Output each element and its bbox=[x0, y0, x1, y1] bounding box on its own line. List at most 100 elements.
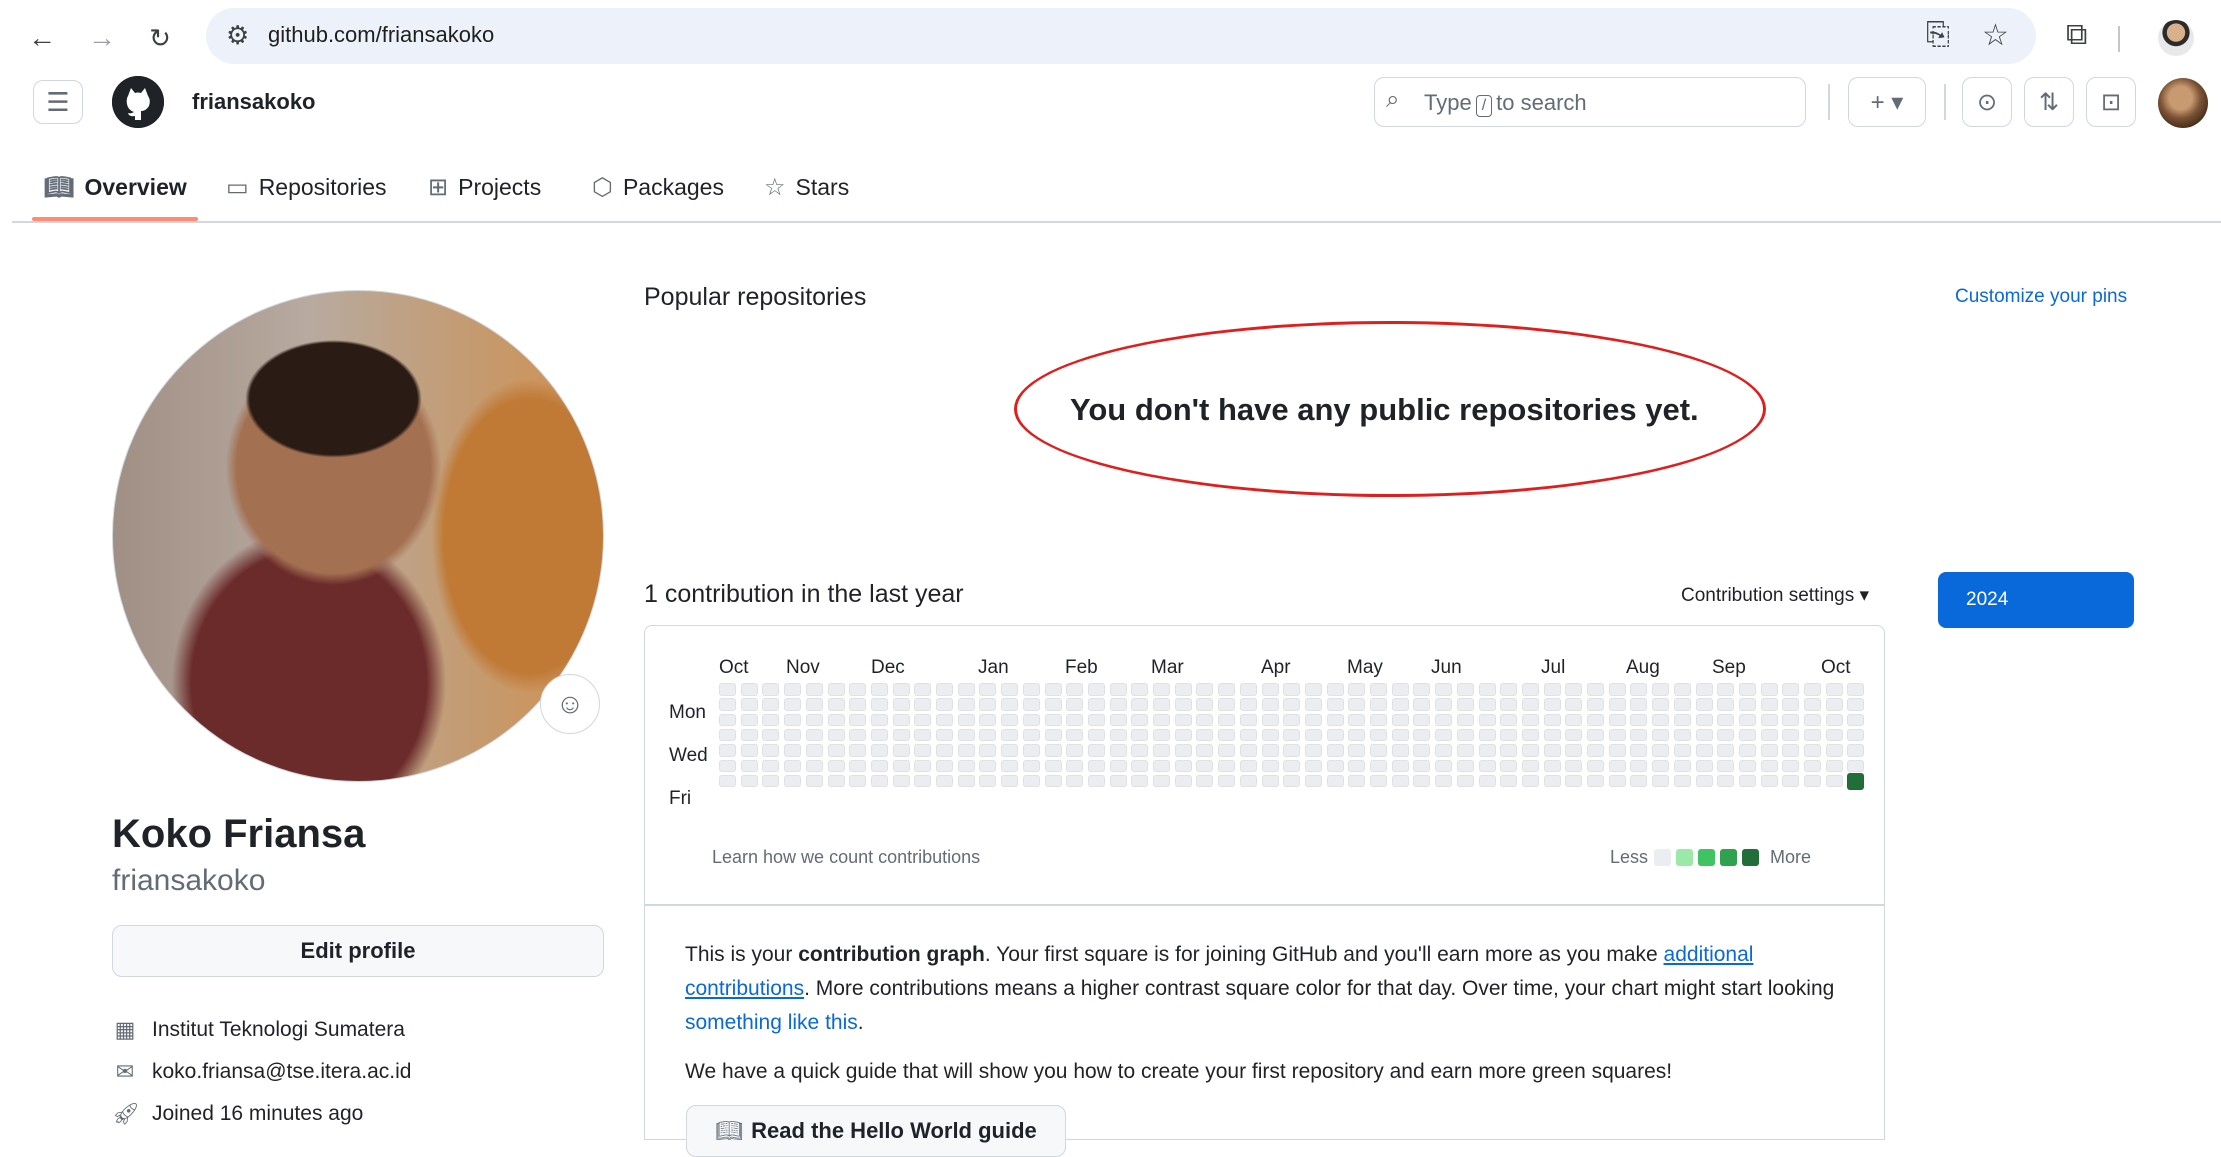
contribution-day-cell[interactable] bbox=[1782, 698, 1800, 711]
contribution-day-cell[interactable] bbox=[784, 713, 802, 727]
contribution-day-cell[interactable] bbox=[1782, 759, 1800, 772]
contribution-day-cell[interactable] bbox=[1804, 728, 1821, 742]
contribution-day-cell[interactable] bbox=[1587, 713, 1604, 727]
contribution-day-cell[interactable] bbox=[1109, 744, 1127, 757]
contribution-day-cell[interactable] bbox=[1673, 744, 1691, 757]
contribution-day-cell[interactable] bbox=[1044, 683, 1062, 696]
contribution-day-cell[interactable] bbox=[1695, 774, 1713, 788]
contribution-day-cell[interactable] bbox=[979, 683, 997, 696]
site-settings-icon[interactable]: ⚙ bbox=[226, 20, 249, 51]
contribution-day-cell[interactable] bbox=[1413, 744, 1431, 757]
contribution-day-cell[interactable] bbox=[1261, 744, 1279, 757]
contribution-day-cell[interactable] bbox=[1066, 774, 1084, 788]
contribution-day-cell[interactable] bbox=[1109, 713, 1127, 727]
contribution-day-cell[interactable] bbox=[1738, 744, 1756, 757]
contribution-day-cell[interactable] bbox=[1044, 774, 1062, 788]
contribution-day-cell[interactable] bbox=[762, 713, 780, 727]
contribution-day-cell[interactable] bbox=[1066, 683, 1084, 696]
contribution-day-cell[interactable] bbox=[1825, 698, 1843, 711]
reload-icon[interactable]: ↻ bbox=[140, 18, 180, 58]
contribution-day-cell[interactable] bbox=[740, 698, 758, 711]
contribution-day-cell[interactable] bbox=[1782, 683, 1800, 696]
contribution-day-cell[interactable] bbox=[1196, 698, 1214, 711]
contribution-day-cell[interactable] bbox=[892, 744, 910, 757]
contribution-day-cell[interactable] bbox=[1239, 713, 1257, 727]
contribution-day-cell[interactable] bbox=[1391, 744, 1409, 757]
forward-icon[interactable]: → bbox=[82, 18, 122, 58]
contribution-day-cell[interactable] bbox=[1435, 774, 1453, 788]
contribution-day-cell[interactable] bbox=[1174, 713, 1192, 727]
contribution-day-cell[interactable] bbox=[1760, 713, 1778, 727]
contribution-day-cell[interactable] bbox=[740, 728, 758, 742]
contribution-day-cell[interactable] bbox=[1239, 744, 1257, 757]
contribution-day-cell[interactable] bbox=[1652, 774, 1670, 788]
contribution-day-cell[interactable] bbox=[1521, 683, 1539, 696]
contribution-day-cell[interactable] bbox=[1608, 744, 1626, 757]
contribution-day-cell[interactable] bbox=[849, 759, 867, 772]
contribution-day-cell[interactable] bbox=[1087, 759, 1105, 772]
contribution-day-cell[interactable] bbox=[1283, 683, 1301, 696]
contribution-day-cell[interactable] bbox=[1608, 698, 1626, 711]
contribution-day-cell[interactable] bbox=[1304, 744, 1322, 757]
address-url[interactable]: github.com/friansakoko bbox=[268, 22, 494, 48]
contribution-day-cell[interactable] bbox=[1022, 774, 1040, 788]
contribution-day-cell[interactable] bbox=[827, 728, 845, 742]
contribution-day-cell[interactable] bbox=[957, 759, 975, 772]
contribution-day-cell[interactable] bbox=[1022, 683, 1040, 696]
contribution-day-cell[interactable] bbox=[1218, 774, 1236, 788]
contribution-day-cell[interactable] bbox=[1782, 728, 1800, 742]
contribution-day-cell[interactable] bbox=[1174, 744, 1192, 757]
header-username[interactable]: friansakoko bbox=[192, 89, 316, 115]
contribution-day-cell[interactable] bbox=[1131, 683, 1149, 696]
contribution-day-cell[interactable] bbox=[1239, 698, 1257, 711]
contribution-day-cell[interactable] bbox=[1087, 728, 1105, 742]
contribution-day-cell[interactable] bbox=[805, 728, 823, 742]
contribution-day-cell[interactable] bbox=[1543, 683, 1561, 696]
contribution-day-cell[interactable] bbox=[1239, 774, 1257, 788]
contribution-day-cell[interactable] bbox=[1391, 698, 1409, 711]
contribution-day-cell[interactable] bbox=[1695, 728, 1713, 742]
contribution-day-cell[interactable] bbox=[1196, 774, 1214, 788]
contribution-day-cell[interactable] bbox=[1370, 774, 1387, 788]
contribution-day-cell[interactable] bbox=[849, 744, 867, 757]
contribution-day-cell[interactable] bbox=[1521, 744, 1539, 757]
contribution-day-cell[interactable] bbox=[1153, 713, 1170, 727]
contribution-day-cell[interactable] bbox=[1673, 698, 1691, 711]
contribution-day-cell[interactable] bbox=[914, 744, 932, 757]
contribution-day-cell[interactable] bbox=[1804, 713, 1821, 727]
contribution-day-cell[interactable] bbox=[1478, 683, 1496, 696]
contribution-day-cell[interactable] bbox=[1456, 774, 1474, 788]
contribution-day-cell[interactable] bbox=[1087, 744, 1105, 757]
contribution-day-cell[interactable] bbox=[1825, 683, 1843, 696]
contribution-day-cell[interactable] bbox=[1500, 683, 1518, 696]
contribution-day-cell[interactable] bbox=[719, 683, 736, 696]
contribution-day-cell[interactable] bbox=[1738, 698, 1756, 711]
contribution-day-cell[interactable] bbox=[1478, 728, 1496, 742]
contribution-day-cell[interactable] bbox=[1196, 744, 1214, 757]
contribution-day-cell[interactable] bbox=[957, 713, 975, 727]
contribution-day-cell[interactable] bbox=[1283, 759, 1301, 772]
contribution-day-cell[interactable] bbox=[1521, 698, 1539, 711]
contribution-day-cell[interactable] bbox=[1825, 759, 1843, 772]
contribution-day-cell[interactable] bbox=[1500, 713, 1518, 727]
contribution-day-cell[interactable] bbox=[1109, 683, 1127, 696]
contribution-day-cell[interactable] bbox=[1131, 759, 1149, 772]
contribution-day-cell[interactable] bbox=[1370, 683, 1387, 696]
contribution-day-cell[interactable] bbox=[719, 698, 736, 711]
contribution-day-cell[interactable] bbox=[1435, 744, 1453, 757]
contribution-day-cell[interactable] bbox=[740, 713, 758, 727]
contribution-day-cell[interactable] bbox=[1565, 713, 1583, 727]
contribution-day-cell[interactable] bbox=[1261, 728, 1279, 742]
contribution-day-cell[interactable] bbox=[1630, 744, 1648, 757]
contribution-day-cell[interactable] bbox=[784, 698, 802, 711]
contribution-day-cell[interactable] bbox=[1348, 713, 1366, 727]
contribution-day-cell[interactable] bbox=[1695, 698, 1713, 711]
something-like-this-link[interactable]: something like this bbox=[685, 1011, 858, 1034]
contribution-day-cell[interactable] bbox=[1543, 759, 1561, 772]
contribution-day-cell[interactable] bbox=[979, 759, 997, 772]
contribution-day-cell[interactable] bbox=[892, 759, 910, 772]
contribution-day-cell[interactable] bbox=[1413, 698, 1431, 711]
contribution-day-cell[interactable] bbox=[1652, 713, 1670, 727]
contribution-day-cell[interactable] bbox=[1521, 713, 1539, 727]
contribution-day-cell[interactable] bbox=[957, 744, 975, 757]
